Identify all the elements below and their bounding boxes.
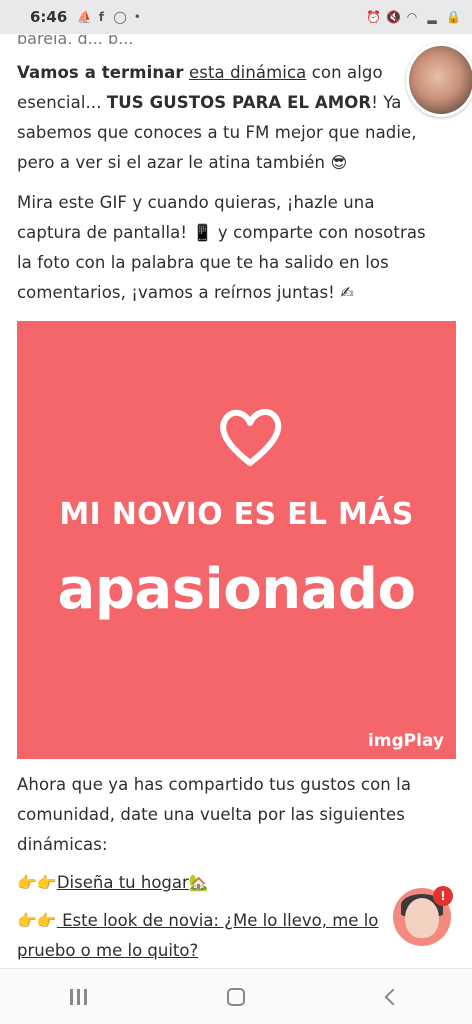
intro-bold: Vamos a terminar <box>17 63 184 82</box>
paragraph-gif-instructions: Mira este GIF y cuando quieras, ¡hazle u… <box>17 188 437 308</box>
dot-icon: • <box>133 10 141 24</box>
status-time: 6:46 <box>30 8 68 26</box>
link-disena-tu-hogar[interactable]: Diseña tu hogar <box>57 873 189 892</box>
back-icon <box>384 988 402 1005</box>
paragraph-intro: Vamos a terminar esta dinámica con algo … <box>17 58 437 178</box>
status-notification-icons: ⛵ f ◯ • <box>77 11 143 23</box>
recent-apps-icon <box>70 988 88 1005</box>
phone-icon: 📱 <box>192 223 213 242</box>
profile-avatar[interactable] <box>406 43 472 117</box>
dinamica-link[interactable]: esta dinámica <box>189 63 306 82</box>
navigation-bar <box>0 968 472 1024</box>
recent-apps-button[interactable] <box>49 977 109 1017</box>
list-item: 👉👉 Este look de novia: ¿Me lo llevo, me … <box>17 906 437 966</box>
gif-word: apasionado <box>57 557 416 622</box>
notification-badge: ! <box>433 886 453 906</box>
imgplay-logo: imgPlay <box>367 731 444 751</box>
assistant-face <box>405 898 439 938</box>
pointing-hands-icon: 👉👉 <box>17 873 57 892</box>
facebook-icon: f <box>98 10 104 24</box>
list-item: 👉👉Diseña tu hogar🏡 <box>17 868 437 898</box>
status-system-icons: ⏰ 🔇 ◠ ▂ 🔒 <box>366 10 461 24</box>
home-button[interactable] <box>206 977 266 1017</box>
mute-icon: 🔇 <box>386 10 401 24</box>
gif-headline: MI NOVIO ES EL MÁS <box>59 497 414 532</box>
home-icon <box>226 987 245 1006</box>
status-bar: 6:46 ⛵ f ◯ • ⏰ 🔇 ◠ ▂ 🔒 <box>0 0 472 34</box>
wifi-icon: ◠ <box>406 10 418 24</box>
alarm-icon: ⏰ <box>366 10 381 24</box>
article-body: pareja, g... p... Vamos a terminar esta … <box>17 34 437 308</box>
cut-off-text: pareja, g... p... <box>17 34 134 44</box>
boat-icon: ⛵ <box>77 10 93 24</box>
link-look-de-novia[interactable]: Este look de novia: ¿Me lo llevo, me lo … <box>17 911 378 960</box>
gustos-bold: TUS GUSTOS PARA EL AMOR <box>106 93 372 112</box>
house-icon: 🏡 <box>188 873 209 892</box>
lock-icon: 🔒 <box>446 10 461 24</box>
signal-icon: ▂ <box>427 10 437 24</box>
writing-hand-icon: ✍ <box>340 283 354 302</box>
gif-image[interactable]: MI NOVIO ES EL MÁS apasionado imgPlay <box>17 321 456 759</box>
whatsapp-icon: ◯ <box>113 10 127 24</box>
pointing-hands-icon: 👉👉 <box>17 911 57 930</box>
sunglasses-icon: 😎 <box>330 153 348 172</box>
heart-icon <box>220 409 282 466</box>
paragraph-outro: Ahora que ya has compartido tus gustos c… <box>17 775 412 854</box>
article-body-continued: Ahora que ya has compartido tus gustos c… <box>17 770 437 966</box>
back-button[interactable] <box>363 977 423 1017</box>
